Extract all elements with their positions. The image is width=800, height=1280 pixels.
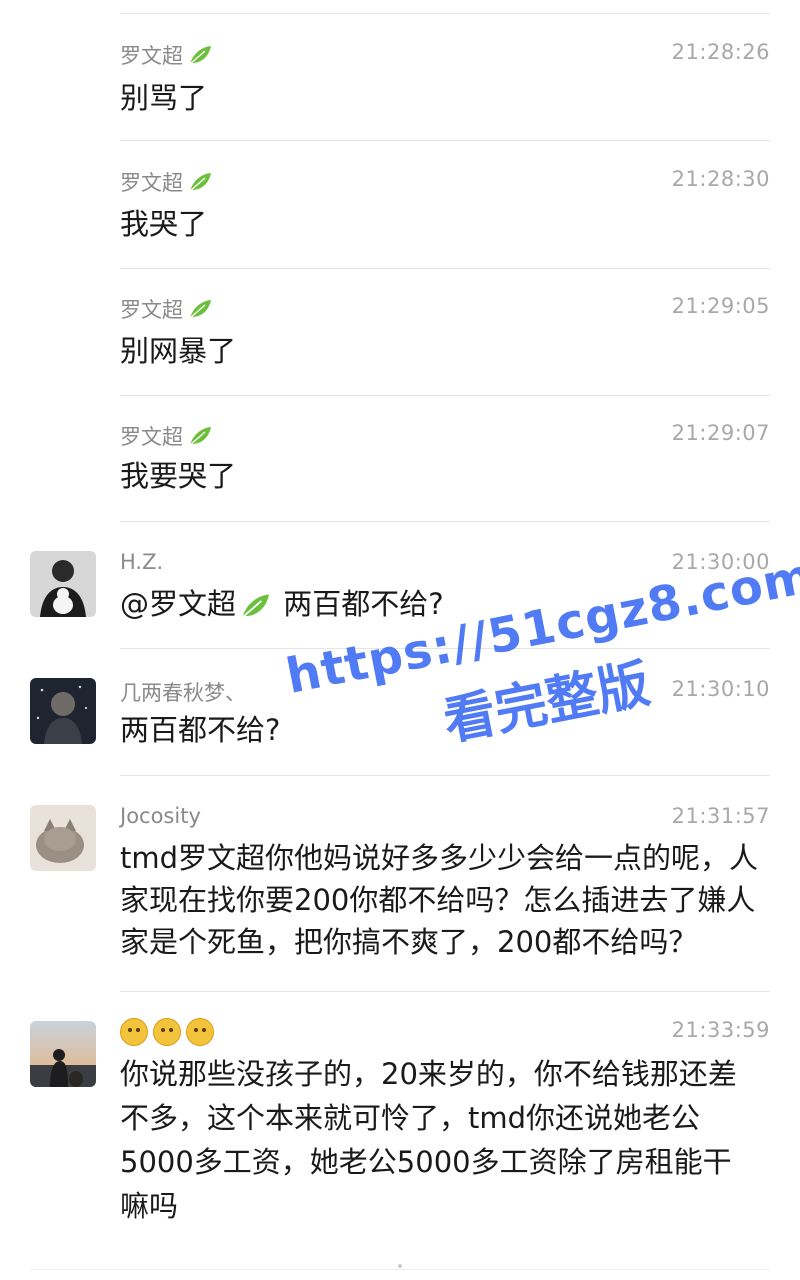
message-text: tmd罗文超你他妈说好多多少少会给一点的呢，人家现在找你要200你都不给吗？怎么… xyxy=(120,841,759,959)
sender-name[interactable]: Jocosity xyxy=(120,804,201,828)
leaf-icon xyxy=(189,173,211,192)
message-item[interactable]: Jocosity 21:31:57 tmd罗文超你他妈说好多多少少会给一点的呢，… xyxy=(0,776,800,992)
avatar-person-cat-icon xyxy=(30,551,96,617)
message-text: 你说那些没孩子的，20来岁的，你不给钱那还差不多，这个本来就可怜了，tmd你还说… xyxy=(120,1057,737,1223)
message-item[interactable]: 21:33:59 你说那些没孩子的，20来岁的，你不给钱那还差不多，这个本来就可… xyxy=(0,992,800,1248)
message-time: 21:28:30 xyxy=(671,167,770,191)
sender-name[interactable]: 罗文超 xyxy=(120,294,213,324)
page-indicator xyxy=(398,1264,402,1268)
emoji-icon xyxy=(186,1018,214,1046)
message-item[interactable]: 罗文超 21:28:26 别骂了 xyxy=(0,14,800,141)
message-item[interactable]: 几两春秋梦、 21:30:10 两百都不给? xyxy=(0,649,800,776)
message-text: 两百都不给? xyxy=(120,713,281,747)
message-text-body: 两百都不给? xyxy=(274,587,444,621)
leaf-icon xyxy=(189,300,211,319)
message-time: 21:28:26 xyxy=(671,40,770,64)
message-item[interactable]: 罗文超 21:29:05 别网暴了 xyxy=(0,269,800,396)
leaf-icon xyxy=(189,427,211,446)
avatar[interactable] xyxy=(30,551,96,617)
message-time: 21:31:57 xyxy=(671,804,770,828)
message-item[interactable]: H.Z. 21:30:00 @罗文超 两百都不给? xyxy=(0,522,800,649)
message-time: 21:33:59 xyxy=(671,1018,770,1042)
message-text: @罗文超 两百都不给? xyxy=(120,583,760,625)
leaf-icon xyxy=(241,594,270,619)
message-text: 我哭了 xyxy=(120,207,208,241)
avatar-sunset-icon xyxy=(30,1021,96,1087)
sender-name[interactable]: 罗文超 xyxy=(120,421,213,451)
sender-name[interactable]: 几两春秋梦、 xyxy=(120,677,246,707)
avatar[interactable] xyxy=(30,805,96,871)
message-time: 21:29:05 xyxy=(671,294,770,318)
sender-emoji-name[interactable] xyxy=(120,1018,219,1046)
message-time: 21:29:07 xyxy=(671,421,770,445)
avatar[interactable] xyxy=(30,678,96,744)
avatar[interactable] xyxy=(30,1021,96,1087)
emoji-icon xyxy=(120,1018,148,1046)
mention[interactable]: @罗文超 xyxy=(120,587,236,621)
message-time: 21:30:10 xyxy=(671,677,770,701)
avatar-cat-icon xyxy=(30,805,96,871)
message-item[interactable]: 罗文超 21:29:07 我要哭了 xyxy=(0,396,800,522)
leaf-icon xyxy=(189,46,211,65)
message-text: 别骂了 xyxy=(120,81,208,115)
message-time: 21:30:00 xyxy=(671,550,770,574)
message-text: 我要哭了 xyxy=(120,459,237,493)
avatar-portrait-icon xyxy=(30,678,96,744)
bottom-divider xyxy=(30,1269,770,1270)
emoji-icon xyxy=(153,1018,181,1046)
sender-name[interactable]: 罗文超 xyxy=(120,40,213,70)
sender-name[interactable]: 罗文超 xyxy=(120,167,213,197)
message-item[interactable]: 罗文超 21:28:30 我哭了 xyxy=(0,141,800,269)
message-text: 别网暴了 xyxy=(120,334,237,368)
sender-name[interactable]: H.Z. xyxy=(120,550,163,574)
